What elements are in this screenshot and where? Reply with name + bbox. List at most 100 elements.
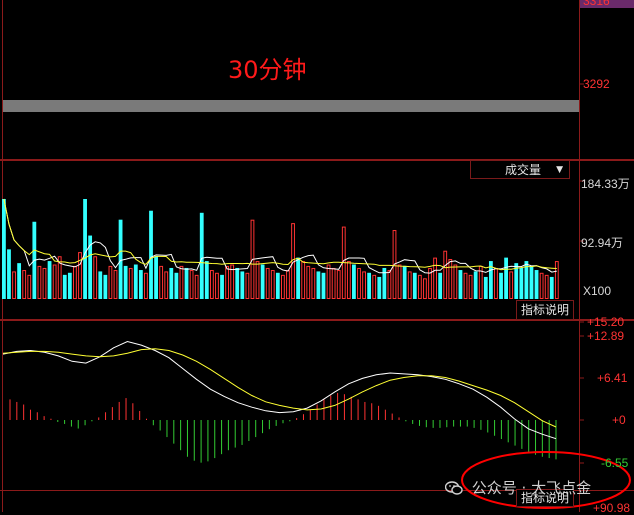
- price-axis-mid-label: 3292: [583, 77, 610, 91]
- macd-panel[interactable]: [9, 392, 557, 463]
- volume-bar: [164, 271, 169, 299]
- volume-bar: [138, 270, 143, 299]
- volume-bar: [423, 278, 427, 299]
- volume-bar: [433, 257, 437, 300]
- volume-bar: [397, 264, 402, 299]
- volume-bar: [448, 259, 453, 299]
- volume-bar: [169, 267, 174, 299]
- volume-bar: [2, 199, 6, 299]
- volume-bar: [499, 272, 503, 299]
- volume-bar: [519, 267, 524, 299]
- volume-bar: [326, 264, 331, 299]
- volume-bar: [62, 274, 67, 299]
- volume-bar: [539, 272, 544, 299]
- volume-bar: [235, 267, 240, 299]
- volume-bar: [544, 274, 549, 299]
- volume-bar: [281, 274, 285, 299]
- volume-bar: [321, 272, 326, 299]
- volume-bar: [483, 276, 488, 299]
- volume-bar: [103, 274, 108, 299]
- volume-bar: [174, 272, 179, 299]
- volume-bar: [463, 272, 468, 299]
- volume-bar: [336, 270, 341, 300]
- volume-bar: [7, 249, 11, 299]
- price-panel[interactable]: [3, 100, 579, 112]
- volume-multiplier-label: X100: [583, 284, 612, 298]
- volume-bar: [331, 267, 336, 299]
- volume-bar: [509, 271, 514, 299]
- volume-bar: [37, 265, 42, 299]
- volume-bar: [407, 271, 412, 299]
- price-band: [3, 100, 579, 112]
- macd-axis-label-1: +15.20: [587, 315, 625, 329]
- volume-bar: [209, 270, 214, 300]
- volume-bar: [270, 270, 275, 300]
- volume-bar: [179, 265, 184, 299]
- volume-bar: [255, 261, 260, 300]
- volume-bar: [260, 264, 265, 299]
- volume-bar: [17, 263, 22, 299]
- volume-help-button[interactable]: 指标说明: [516, 300, 575, 320]
- volume-bar: [245, 272, 250, 299]
- chart-grid: [0, 0, 634, 512]
- volume-bar: [387, 270, 392, 300]
- volume-bar: [296, 257, 301, 299]
- volume-bar: [22, 270, 27, 300]
- volume-bar: [194, 274, 199, 299]
- volume-bar: [189, 270, 194, 300]
- volume-bar: [113, 270, 118, 300]
- macd-lines: [2, 340, 557, 440]
- volume-bar: [93, 256, 98, 300]
- volume-bar: [438, 272, 443, 299]
- volume-bar: [554, 261, 559, 300]
- indicator-select-dropdown[interactable]: 成交量 ▼: [470, 160, 570, 179]
- volume-bar: [372, 274, 377, 299]
- volume-bar: [494, 267, 498, 299]
- volume-bar: [402, 265, 407, 299]
- volume-bar: [549, 276, 554, 299]
- volume-bar: [159, 265, 164, 299]
- volume-bar: [184, 267, 189, 299]
- volume-bar: [367, 272, 372, 299]
- volume-bar: [346, 261, 351, 300]
- volume-bar: [149, 210, 153, 299]
- volume-bar: [468, 274, 473, 299]
- volume-bar: [220, 274, 224, 299]
- volume-bar: [362, 271, 366, 299]
- volume-bar: [473, 271, 478, 299]
- macd-dea-line: [2, 348, 557, 428]
- volume-bar: [458, 270, 463, 299]
- volume-bar: [240, 271, 245, 299]
- volume-axis-max-label: 184.33万: [581, 177, 630, 191]
- volume-bar: [47, 261, 52, 299]
- wechat-icon: [445, 481, 463, 495]
- macd-axis-label-3: +6.41: [597, 371, 628, 385]
- macd-axis-label-5: -6.55: [601, 456, 629, 470]
- watermark-text: 公众号 · 大飞点金: [471, 479, 592, 497]
- volume-bar: [225, 265, 230, 299]
- volume-bar: [123, 265, 128, 299]
- volume-bar: [83, 199, 87, 299]
- volume-bar: [118, 219, 123, 299]
- volume-bar: [144, 272, 148, 299]
- macd-axis-label-6: +90.98: [593, 501, 631, 515]
- volume-bar: [98, 271, 103, 299]
- volume-bar: [199, 212, 204, 299]
- volume-bar: [357, 267, 361, 299]
- volume-bar: [316, 271, 321, 299]
- volume-bar: [453, 264, 458, 299]
- volume-bar: [42, 267, 47, 299]
- volume-bar: [133, 264, 138, 299]
- volume-bar: [352, 264, 356, 299]
- volume-axis-mid-label: 92.94万: [581, 236, 624, 250]
- volume-panel[interactable]: [2, 199, 559, 300]
- watermark: 公众号 · 大飞点金: [445, 477, 591, 498]
- price-axis-top-label: 3316: [583, 0, 610, 8]
- volume-bar: [128, 267, 133, 299]
- volume-bar: [67, 272, 72, 299]
- macd-axis-label-2: +12.89: [587, 329, 625, 343]
- volume-bar: [154, 256, 158, 299]
- kline-chart[interactable]: [0, 0, 634, 512]
- volume-bar: [215, 272, 219, 299]
- volume-bar: [377, 276, 382, 299]
